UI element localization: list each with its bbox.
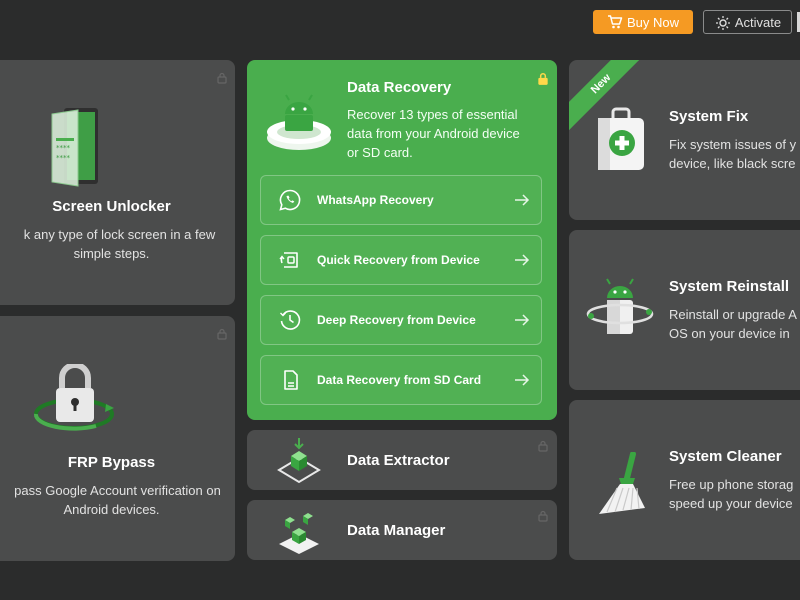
arrow-right-icon (515, 374, 530, 386)
lock-icon (538, 510, 548, 522)
lock-icon (217, 72, 227, 84)
whatsapp-icon (279, 189, 301, 211)
deep-recovery-icon (280, 310, 301, 330)
sd-card-icon (284, 370, 298, 390)
data-recovery-title: Data Recovery (347, 79, 452, 96)
svg-text:****: **** (56, 154, 71, 162)
top-bar: Buy Now Activate (0, 0, 800, 42)
system-cleaner-card[interactable]: System Cleaner Free up phone storag spee… (569, 400, 800, 560)
system-fix-desc-line2: device, like black scre (669, 156, 796, 171)
deep-recovery-item[interactable]: Deep Recovery from Device (260, 295, 542, 345)
system-cleaner-desc-line1: Free up phone storag (669, 477, 794, 492)
system-reinstall-desc-line2: OS on your device in (669, 326, 790, 341)
system-reinstall-card[interactable]: System Reinstall Reinstall or upgrade A … (569, 230, 800, 390)
manager-cubes-icon (279, 513, 319, 554)
cart-icon (607, 15, 623, 29)
quick-recovery-item[interactable]: Quick Recovery from Device (260, 235, 542, 285)
extractor-cube-icon (277, 438, 321, 484)
arrow-right-icon (515, 254, 530, 266)
data-recovery-desc-line3: or SD card. (347, 145, 413, 160)
data-recovery-desc-line2: data from your Android device (347, 126, 520, 141)
system-reinstall-title: System Reinstall (669, 278, 790, 295)
data-manager-title: Data Manager (347, 522, 446, 539)
lock-icon (538, 73, 548, 85)
buy-now-label: Buy Now (626, 14, 680, 30)
whatsapp-recovery-item[interactable]: WhatsApp Recovery (260, 175, 542, 225)
broom-icon (599, 452, 645, 514)
system-reinstall-desc-line1: Reinstall or upgrade A (669, 307, 797, 322)
quick-recovery-icon (279, 252, 298, 268)
sd-card-recovery-label: Data Recovery from SD Card (317, 373, 482, 387)
screen-unlocker-card[interactable]: **** **** Screen Unlocker k any type of … (0, 60, 235, 305)
buy-now-button[interactable]: Buy Now (593, 10, 693, 34)
screen-unlocker-title: Screen Unlocker (52, 198, 171, 215)
sd-card-recovery-item[interactable]: Data Recovery from SD Card (260, 355, 542, 405)
first-aid-kit-icon (598, 107, 644, 170)
frp-bypass-title: FRP Bypass (67, 454, 156, 471)
lock-icon (538, 440, 548, 452)
system-fix-card[interactable]: New System Fix Fix system issues of y de… (569, 60, 800, 220)
data-extractor-card[interactable]: Data Extractor (247, 430, 557, 490)
frp-bypass-card[interactable]: FRP Bypass pass Google Account verificat… (0, 316, 235, 561)
system-fix-title: System Fix (669, 108, 749, 125)
android-platform-icon (267, 94, 331, 150)
data-manager-card[interactable]: Data Manager (247, 500, 557, 560)
deep-recovery-label: Deep Recovery from Device (317, 313, 476, 327)
whatsapp-recovery-label: WhatsApp Recovery (317, 193, 434, 207)
activate-label: Activate (734, 14, 782, 30)
data-recovery-card[interactable]: Data Recovery Recover 13 types of essent… (247, 60, 557, 420)
system-cleaner-title: System Cleaner (669, 448, 782, 465)
screen-unlocker-desc-line2: simple steps. (73, 246, 150, 261)
data-extractor-title: Data Extractor (347, 452, 450, 469)
system-cleaner-desc-line2: speed up your device (669, 496, 793, 511)
svg-text:****: **** (56, 144, 71, 152)
frp-bypass-desc-line1: pass Google Account verification on (14, 483, 221, 498)
activate-icon (715, 16, 730, 30)
quick-recovery-label: Quick Recovery from Device (317, 253, 480, 267)
system-fix-desc-line1: Fix system issues of y (669, 137, 797, 152)
screen-unlocker-desc-line1: k any type of lock screen in a few (23, 227, 216, 242)
activate-button[interactable]: Activate (703, 10, 792, 34)
frp-bypass-desc-line2: Android devices. (63, 502, 160, 517)
arrow-right-icon (515, 194, 530, 206)
android-robot-icon (586, 278, 654, 334)
arrow-right-icon (515, 314, 530, 326)
lock-icon (217, 328, 227, 340)
data-recovery-desc-line1: Recover 13 types of essential (347, 107, 518, 122)
padlock-icon (34, 364, 114, 431)
phone-unlock-icon: **** **** (51, 108, 98, 187)
